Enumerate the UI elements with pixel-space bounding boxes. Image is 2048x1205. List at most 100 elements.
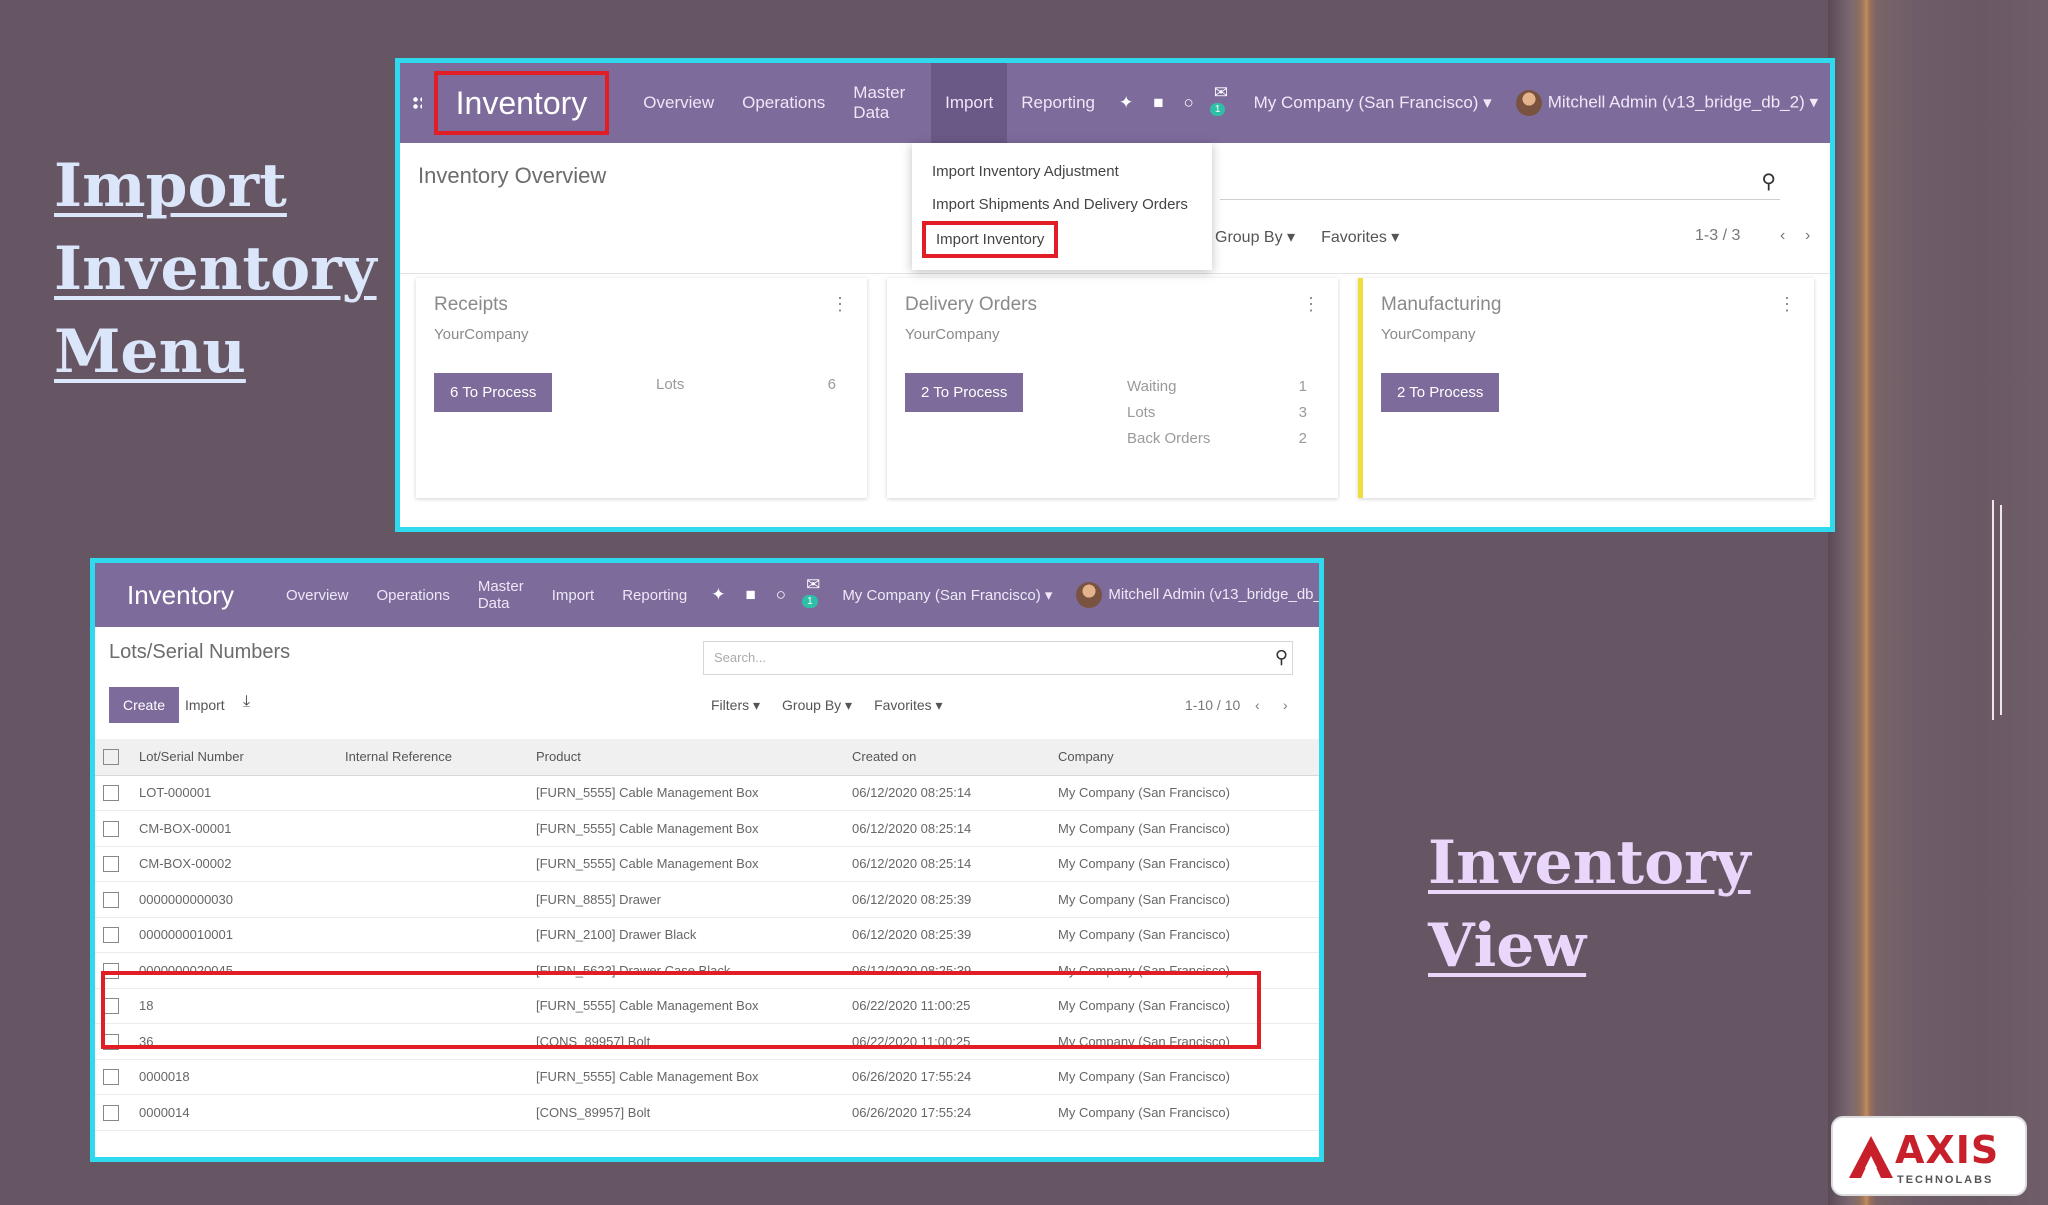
card-title[interactable]: Manufacturing xyxy=(1381,294,1796,316)
row-checkbox[interactable] xyxy=(103,998,119,1015)
table-row[interactable]: 18 [FURN_5555] Cable Management Box 06/22/… xyxy=(95,988,1319,1024)
to-process-button[interactable]: 2 To Process xyxy=(1381,373,1500,412)
table-row[interactable]: 0000000010001 [FURN_2100] Drawer Black 06/… xyxy=(95,917,1319,953)
download-icon[interactable]: ⤓ xyxy=(243,693,250,711)
import-button[interactable]: Import xyxy=(185,697,225,713)
wood-border-decoration xyxy=(1828,0,2048,1205)
column-header-internal-reference[interactable]: Internal Reference xyxy=(337,739,528,776)
nav-import[interactable]: Import xyxy=(538,563,609,627)
cell-created-on: 06/22/2020 11:00:25 xyxy=(844,988,1050,1024)
menu-item-import-inventory[interactable]: Import Inventory xyxy=(922,221,1059,258)
user-menu[interactable]: Mitchell Admin (v13_bridge_db_2) ▾ xyxy=(1064,582,1319,608)
menu-item-import-shipments[interactable]: Import Shipments And Delivery Orders xyxy=(912,188,1212,221)
company-switcher[interactable]: My Company (San Francisco) ▾ xyxy=(830,586,1064,604)
nav-operations[interactable]: Operations xyxy=(362,563,463,627)
company-switcher[interactable]: My Company (San Francisco) ▾ xyxy=(1242,93,1504,113)
nav-reporting[interactable]: Reporting xyxy=(608,563,701,627)
table-row[interactable]: 0000000020045 [FURN_5623] Drawer Case Bla… xyxy=(95,952,1319,989)
nav-overview[interactable]: Overview xyxy=(629,63,728,143)
nav-overview[interactable]: Overview xyxy=(272,563,363,627)
pager-prev-icon[interactable]: ‹ xyxy=(1780,227,1785,245)
clock-icon[interactable]: ○ xyxy=(766,585,796,605)
table-row[interactable]: 0000014 [CONS_89957] Bolt 06/26/2020 17:55… xyxy=(95,1094,1319,1131)
search-placeholder: Search... xyxy=(714,650,767,665)
control-panel: Lots/Serial Numbers Create Import ⤓ Sear… xyxy=(95,627,1319,739)
row-checkbox[interactable] xyxy=(103,962,119,979)
table-row[interactable]: CM-BOX-00002 [FURN_5555] Cable Management… xyxy=(95,846,1319,882)
row-checkbox[interactable] xyxy=(103,1104,119,1121)
table-row[interactable]: 0000018 [FURN_5555] Cable Management Box 0… xyxy=(95,1059,1319,1095)
user-menu[interactable]: Mitchell Admin (v13_bridge_db_2) ▾ xyxy=(1504,90,1830,116)
kebab-menu-icon[interactable]: ⋮ xyxy=(1778,294,1796,315)
table-row[interactable]: 0000000000030 [FURN_8855] Drawer 06/12/202… xyxy=(95,881,1319,918)
favorites-button[interactable]: Favorites ▾ xyxy=(874,697,943,714)
cell-company: My Company (San Francisco) xyxy=(1050,810,1319,847)
lock-icon[interactable]: ■ xyxy=(736,585,766,605)
nav-master-data[interactable]: Master Data xyxy=(464,563,538,627)
row-checkbox[interactable] xyxy=(103,785,119,802)
table-row[interactable]: 36 [CONS_89957] Bolt 06/22/2020 11:00:25 My… xyxy=(95,1023,1319,1060)
nav-import[interactable]: Import xyxy=(931,63,1008,143)
app-brand-highlighted[interactable]: Inventory xyxy=(433,71,610,135)
column-header-lot[interactable]: Lot/Serial Number xyxy=(131,739,337,776)
cell-created-on: 06/22/2020 11:00:25 xyxy=(844,1023,1050,1060)
select-all-checkbox[interactable] xyxy=(103,749,119,766)
pager-next-icon[interactable]: › xyxy=(1283,697,1288,713)
column-header-created-on[interactable]: Created on xyxy=(844,739,1050,776)
table-row[interactable]: CM-BOX-00001 [FURN_5555] Cable Management… xyxy=(95,810,1319,847)
group-by-button[interactable]: Group By ▾ xyxy=(1215,227,1295,247)
kebab-menu-icon[interactable]: ⋮ xyxy=(831,294,849,315)
card-title[interactable]: Delivery Orders xyxy=(905,294,1320,316)
card-title[interactable]: Receipts xyxy=(434,294,849,316)
create-button[interactable]: Create xyxy=(109,687,180,723)
search-input[interactable]: ⚲ xyxy=(1220,163,1780,200)
row-checkbox[interactable] xyxy=(103,820,119,837)
logo-tagline: TECHNOLABS xyxy=(1897,1174,1994,1186)
chat-icon[interactable]: ✉1 xyxy=(796,575,830,615)
row-checkbox[interactable] xyxy=(103,856,119,873)
stat-label[interactable]: Lots xyxy=(1127,404,1155,421)
chat-icon[interactable]: ✉1 xyxy=(1204,83,1242,123)
nav-reporting[interactable]: Reporting xyxy=(1007,63,1109,143)
card-company: YourCompany xyxy=(905,326,1000,343)
to-process-button[interactable]: 6 To Process xyxy=(434,373,553,412)
app-brand[interactable]: Inventory xyxy=(119,567,242,623)
cell-company: My Company (San Francisco) xyxy=(1050,1094,1319,1131)
bug-icon[interactable]: ✦ xyxy=(1109,93,1143,113)
filters-button[interactable]: Filters ▾ xyxy=(711,697,760,714)
search-input[interactable]: Search... ⚲ xyxy=(703,641,1293,675)
nav-operations[interactable]: Operations xyxy=(728,63,839,143)
cell-lot: 0000000000030 xyxy=(131,881,337,918)
nav-master-data[interactable]: Master Data xyxy=(839,63,931,143)
row-checkbox[interactable] xyxy=(103,1033,119,1050)
pager-prev-icon[interactable]: ‹ xyxy=(1255,697,1260,713)
row-checkbox[interactable] xyxy=(103,891,119,908)
stat-label[interactable]: Back Orders xyxy=(1127,430,1210,447)
receipts-card: Receipts YourCompany ⋮ 6 To Process Lots… xyxy=(416,278,867,498)
search-icon[interactable]: ⚲ xyxy=(1275,647,1288,668)
row-checkbox[interactable] xyxy=(103,1069,119,1086)
group-by-button[interactable]: Group By ▾ xyxy=(782,697,852,714)
table-row[interactable]: LOT-000001 [FURN_5555] Cable Management B… xyxy=(95,775,1319,811)
favorites-button[interactable]: Favorites ▾ xyxy=(1321,227,1399,247)
lock-icon[interactable]: ■ xyxy=(1143,93,1173,113)
bug-icon[interactable]: ✦ xyxy=(701,585,735,605)
column-header-company[interactable]: Company xyxy=(1050,739,1319,776)
search-icon[interactable]: ⚲ xyxy=(1761,169,1776,194)
cell-internal-reference xyxy=(337,952,528,989)
pager-next-icon[interactable]: › xyxy=(1805,227,1810,245)
cell-product: [FURN_5555] Cable Management Box xyxy=(528,775,844,811)
clock-icon[interactable]: ○ xyxy=(1174,93,1204,113)
row-checkbox[interactable] xyxy=(103,927,119,944)
cell-product: [FURN_5555] Cable Management Box xyxy=(528,988,844,1024)
to-process-button[interactable]: 2 To Process xyxy=(905,373,1024,412)
kebab-menu-icon[interactable]: ⋮ xyxy=(1302,294,1320,315)
apps-grid-icon[interactable] xyxy=(412,96,422,110)
stat-label[interactable]: Waiting xyxy=(1127,378,1176,395)
column-header-product[interactable]: Product xyxy=(528,739,844,776)
table-header: Lot/Serial Number Internal Reference Pro… xyxy=(95,739,1319,776)
cell-product: [CONS_89957] Bolt xyxy=(528,1094,844,1131)
stat-label[interactable]: Lots xyxy=(656,376,684,393)
menu-item-import-inventory-adjustment[interactable]: Import Inventory Adjustment xyxy=(912,155,1212,188)
cell-internal-reference xyxy=(337,1094,528,1131)
